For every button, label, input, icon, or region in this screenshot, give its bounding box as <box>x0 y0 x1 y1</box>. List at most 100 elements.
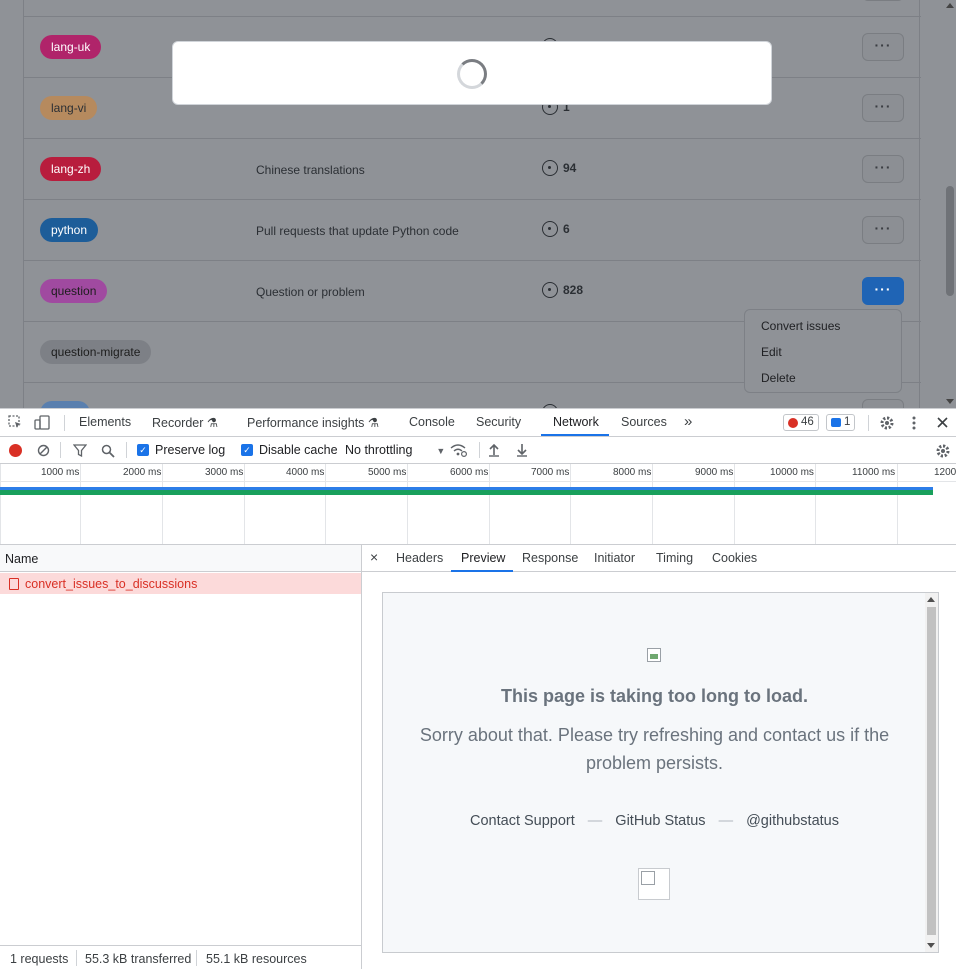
disable-cache-label[interactable]: Disable cache <box>259 443 338 457</box>
label-pill[interactable]: question <box>40 279 108 303</box>
scroll-down-icon[interactable] <box>927 943 935 948</box>
github-status-link[interactable]: GitHub Status <box>615 813 705 829</box>
tab-preview[interactable]: Preview <box>461 551 505 565</box>
label-actions-button[interactable]: ··· <box>862 94 904 122</box>
devtools-panel: Elements Recorder ⚗ Performance insights… <box>0 408 956 969</box>
network-conditions-icon[interactable] <box>450 443 468 458</box>
label-pill[interactable]: python <box>40 218 99 242</box>
label-pill[interactable]: question-migrate <box>40 340 152 364</box>
label-pill[interactable]: lang-uk <box>40 35 102 59</box>
tab-performance-insights[interactable]: Performance insights ⚗ <box>247 415 379 430</box>
label-pill[interactable] <box>40 401 90 408</box>
issue-count-value: 6 <box>563 222 570 236</box>
tab-cookies[interactable]: Cookies <box>712 551 757 565</box>
timeline-tick-label: 1200 <box>934 467 956 478</box>
preserve-log-label[interactable]: Preserve log <box>155 443 225 457</box>
link-separator: — <box>587 813 603 829</box>
settings-gear-icon[interactable] <box>879 415 895 431</box>
inspect-element-icon[interactable] <box>8 415 23 430</box>
label-description: Chinese translations <box>256 163 365 177</box>
tab-security[interactable]: Security <box>476 415 521 429</box>
scroll-up-icon[interactable] <box>946 3 954 8</box>
close-detail-icon[interactable]: × <box>370 549 378 565</box>
label-actions-button[interactable]: ··· <box>862 155 904 183</box>
label-actions-button-active[interactable]: ··· <box>862 277 904 305</box>
scroll-down-icon[interactable] <box>946 399 954 404</box>
timeline-gridline <box>815 464 816 544</box>
preview-scrollbar[interactable] <box>925 593 938 952</box>
tab-sources[interactable]: Sources <box>621 415 667 429</box>
device-toolbar-icon[interactable] <box>34 415 50 430</box>
request-detail-pane: × Headers Preview Response Initiator Tim… <box>362 545 956 969</box>
errors-badge[interactable]: 46 <box>783 414 819 431</box>
label-description: Question or problem <box>256 285 365 299</box>
tab-headers[interactable]: Headers <box>396 551 443 565</box>
response-preview: This page is taking too long to load. So… <box>382 592 939 953</box>
preview-title: This page is taking too long to load. <box>500 686 808 706</box>
label-pill[interactable]: lang-vi <box>40 96 98 120</box>
record-icon[interactable] <box>9 444 22 457</box>
label-actions-button[interactable] <box>862 0 904 1</box>
close-devtools-icon[interactable] <box>936 416 949 429</box>
active-tab-indicator <box>541 434 609 436</box>
throttling-value: No throttling <box>345 443 413 457</box>
tab-console[interactable]: Console <box>409 415 455 429</box>
more-options-icon[interactable] <box>909 415 919 431</box>
request-list: Name convert_issues_to_discussions 1 req… <box>0 545 362 969</box>
tab-initiator[interactable]: Initiator <box>594 551 635 565</box>
scroll-up-icon[interactable] <box>927 597 935 602</box>
timeline-tick-label: 6000 ms <box>450 467 489 478</box>
label-actions-button[interactable]: ··· <box>862 216 904 244</box>
scrollbar-thumb[interactable] <box>946 186 954 296</box>
scrollbar-thumb[interactable] <box>927 607 936 935</box>
label-row-python: python Pull requests that update Python … <box>24 199 921 260</box>
timeline-tick-label: 4000 ms <box>286 467 325 478</box>
label-description: Pull requests that update Python code <box>256 224 459 238</box>
tab-response[interactable]: Response <box>522 551 578 565</box>
error-icon <box>788 417 798 428</box>
column-header-name[interactable]: Name <box>5 552 38 566</box>
menu-item-delete[interactable]: Delete <box>761 371 796 385</box>
issue-icon <box>542 160 558 176</box>
issue-count-value: 94 <box>563 161 577 175</box>
clear-icon[interactable] <box>37 444 50 457</box>
filter-icon[interactable] <box>73 444 87 457</box>
issue-count[interactable]: 6 <box>542 221 570 237</box>
network-settings-gear-icon[interactable] <box>935 443 951 459</box>
messages-badge[interactable]: 1 <box>826 414 856 431</box>
throttling-select[interactable]: No throttling ▼ <box>345 443 445 457</box>
contact-support-link[interactable]: Contact Support <box>470 813 575 829</box>
disable-cache-checkbox[interactable]: ✓ <box>241 444 253 456</box>
import-har-icon[interactable] <box>488 443 500 457</box>
page-scrollbar[interactable] <box>944 0 956 408</box>
label-pill[interactable]: lang-zh <box>40 157 102 181</box>
tab-network[interactable]: Network <box>553 415 599 429</box>
active-tab-indicator <box>451 570 513 572</box>
menu-item-edit[interactable]: Edit <box>761 345 782 359</box>
timeline-tick-label: 1000 ms <box>41 467 80 478</box>
tab-timing[interactable]: Timing <box>656 551 693 565</box>
request-name: convert_issues_to_discussions <box>25 577 198 591</box>
preview-message: Sorry about that. Please try refreshing … <box>419 725 890 773</box>
issue-count[interactable]: 828 <box>542 282 583 298</box>
experiment-flask-icon: ⚗ <box>367 416 380 430</box>
issue-count-value: 828 <box>563 283 584 297</box>
export-har-icon[interactable] <box>516 443 528 457</box>
search-icon[interactable] <box>101 444 115 458</box>
menu-item-convert-issues[interactable]: Convert issues <box>761 319 840 333</box>
divider <box>868 415 869 431</box>
githubstatus-twitter-link[interactable]: @githubstatus <box>746 813 839 829</box>
issue-count[interactable]: 94 <box>542 160 576 176</box>
request-row[interactable]: convert_issues_to_discussions <box>0 573 361 594</box>
label-actions-button[interactable]: ··· <box>862 33 904 61</box>
label-actions-button[interactable] <box>862 399 904 408</box>
timeline-ruler <box>0 481 956 482</box>
request-list-header: Name <box>0 545 361 572</box>
preserve-log-checkbox[interactable]: ✓ <box>137 444 149 456</box>
timeline-gridline <box>407 464 408 544</box>
tab-elements[interactable]: Elements <box>79 415 131 429</box>
tab-recorder[interactable]: Recorder ⚗ <box>152 415 218 430</box>
more-tabs-icon[interactable]: » <box>684 413 692 430</box>
network-overview-timeline[interactable]: 1000 ms 2000 ms 3000 ms 4000 ms 5000 ms … <box>0 464 956 545</box>
divider <box>60 442 61 458</box>
